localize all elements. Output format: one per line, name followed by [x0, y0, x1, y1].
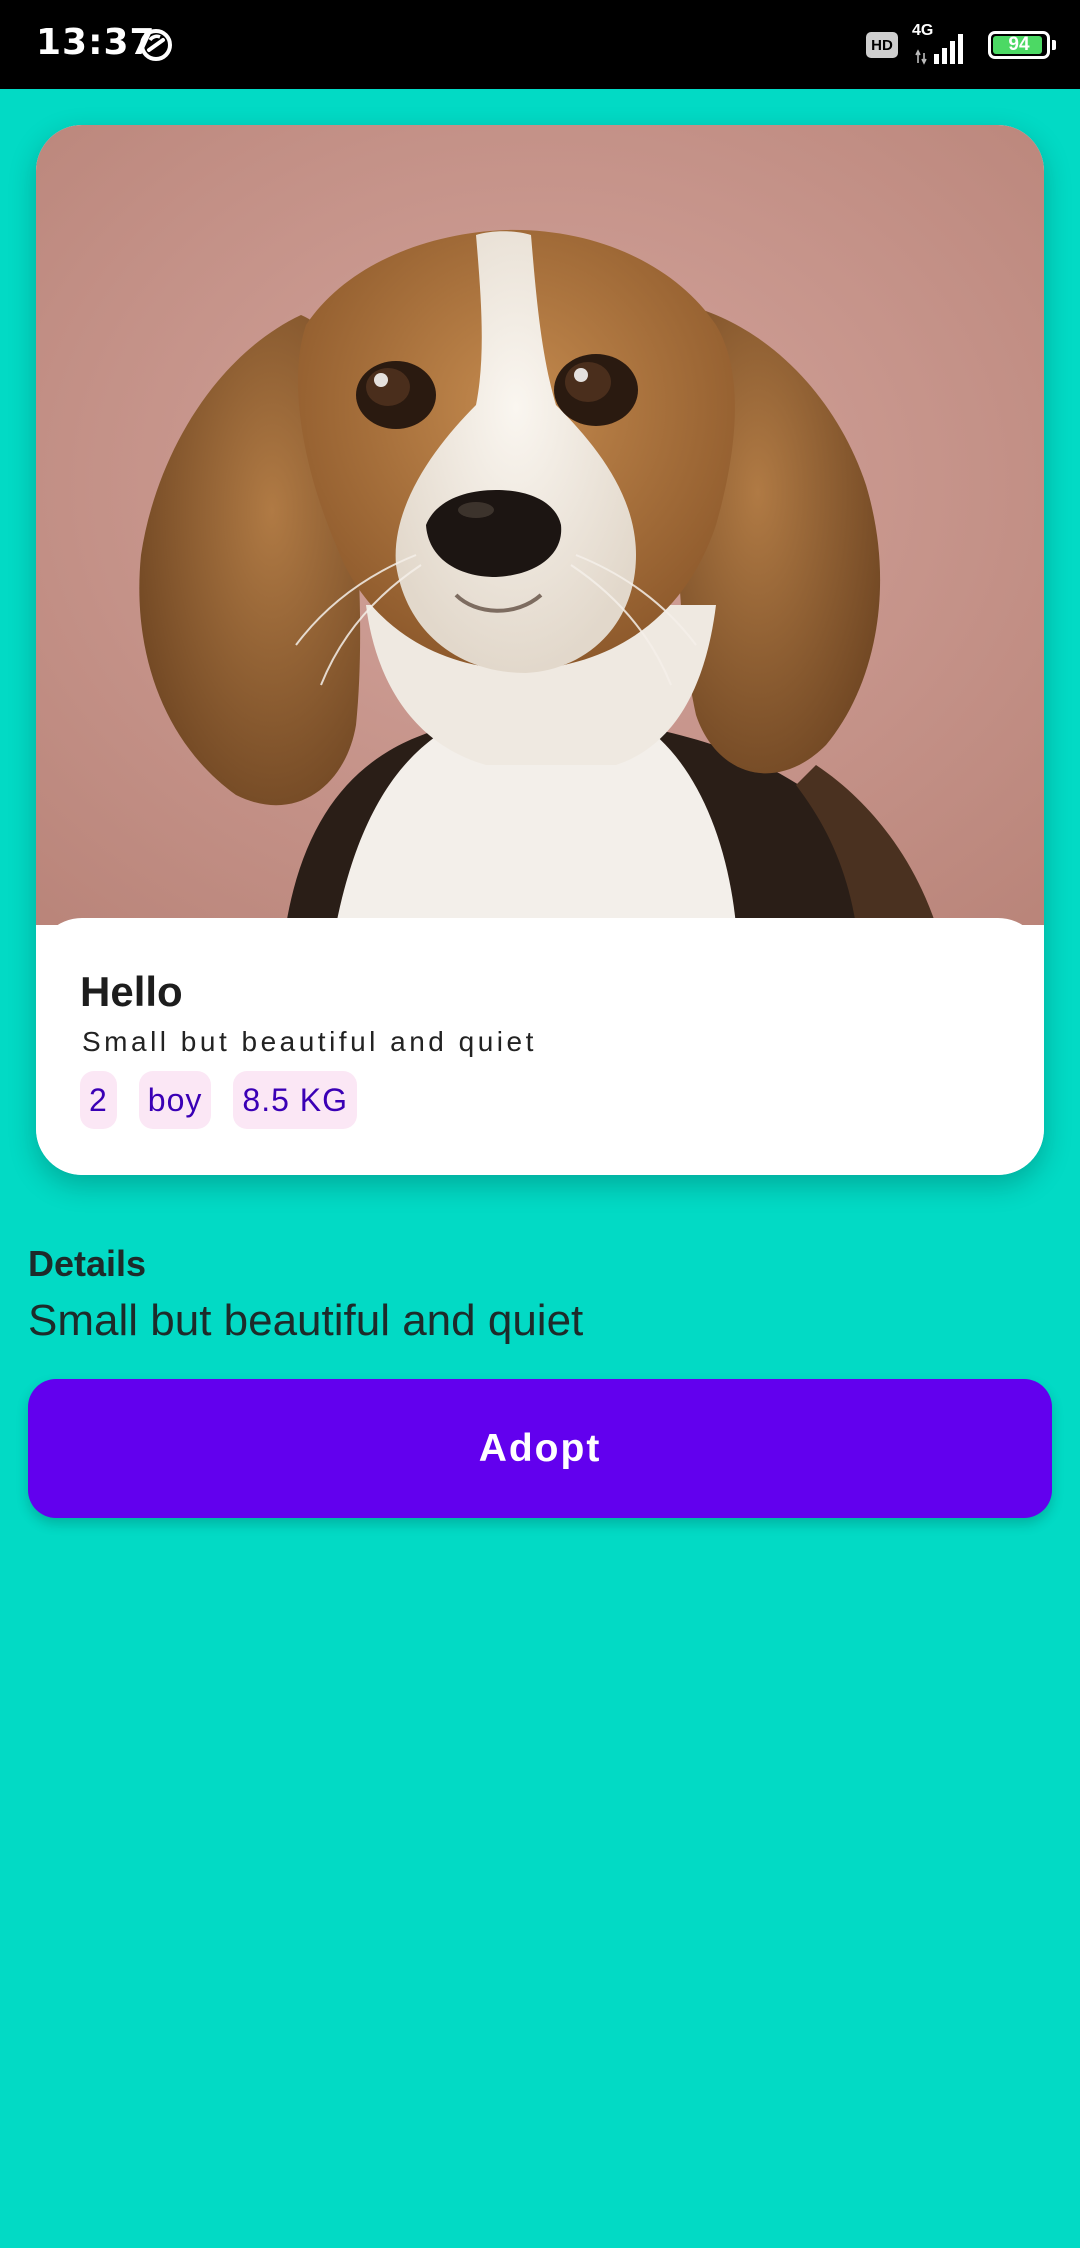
network-indicator: 4G [912, 22, 974, 65]
status-indicators: HD 4G 94 [866, 22, 1056, 65]
age-chip: 2 [80, 1071, 117, 1129]
hd-icon: HD [866, 32, 898, 58]
battery-percentage: 94 [1008, 34, 1030, 55]
gender-chip: boy [138, 1071, 212, 1129]
battery-icon: 94 [988, 31, 1050, 59]
adopt-button[interactable]: Adopt [28, 1379, 1052, 1518]
status-bar: 13:37 HD 4G 94 [0, 0, 1080, 89]
signal-bars-icon [915, 34, 963, 65]
details-heading: Details [28, 1243, 147, 1284]
details-description: Small but beautiful and quiet [28, 1296, 584, 1345]
sync-circle-icon [140, 29, 172, 61]
pet-info-panel: Hello Small but beautiful and quiet 2 bo… [36, 918, 1044, 1175]
pet-card[interactable]: Hello Small but beautiful and quiet 2 bo… [36, 125, 1044, 1175]
beagle-puppy-photo [36, 125, 1044, 925]
pet-attribute-chips: 2 boy 8.5 KG [80, 1071, 357, 1129]
battery-cap [1052, 40, 1056, 50]
weight-chip: 8.5 KG [233, 1071, 357, 1129]
pet-name: Hello [80, 968, 183, 1015]
pet-tagline: Small but beautiful and quiet [82, 1026, 537, 1057]
